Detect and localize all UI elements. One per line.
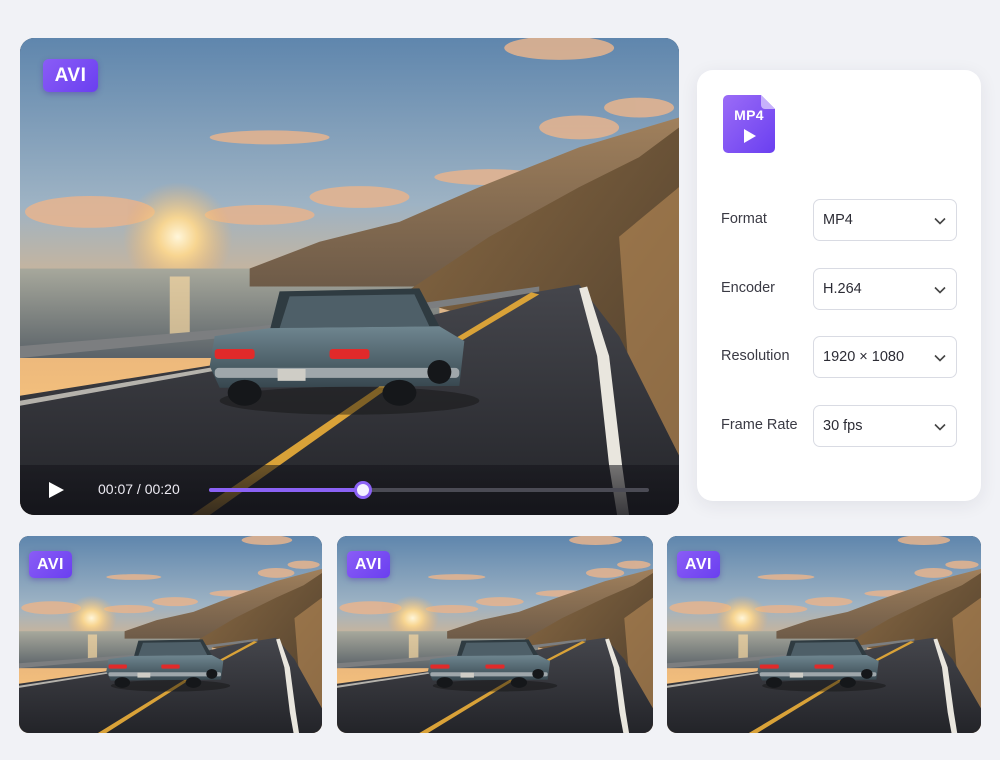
frame-rate-select[interactable]: 30 fps [813, 405, 957, 447]
video-file-icon: MP4 [723, 95, 775, 153]
resolution-value: 1920 × 1080 [823, 349, 905, 365]
format-value: MP4 [823, 212, 853, 228]
chevron-down-icon [934, 354, 946, 362]
resolution-select[interactable]: 1920 × 1080 [813, 336, 957, 378]
frame-rate-value: 30 fps [823, 418, 863, 434]
video-frame [20, 38, 679, 515]
format-label: Format [721, 211, 767, 227]
format-row: Format MP4 [721, 199, 957, 241]
chevron-down-icon [934, 286, 946, 294]
thumbnail-format-badge: AVI [347, 551, 390, 578]
encoder-select[interactable]: H.264 [813, 268, 957, 310]
time-display: 00:07 / 00:20 [98, 481, 180, 497]
conversion-settings-panel: MP4 Format MP4 Encoder H.264 Resolution … [697, 70, 981, 501]
play-icon[interactable] [47, 481, 65, 499]
video-preview[interactable]: AVI 00:07 / 00:20 [20, 38, 679, 515]
encoder-label: Encoder [721, 280, 776, 296]
thumbnail-format-badge: AVI [677, 551, 720, 578]
thumbnail-format-badge: AVI [29, 551, 72, 578]
format-select[interactable]: MP4 [813, 199, 957, 241]
seek-bar[interactable] [209, 481, 649, 499]
encoder-row: Encoder H.264 [721, 268, 957, 310]
frame-rate-label: Frame Rate [721, 417, 798, 433]
thumbnail-3[interactable]: AVI [667, 536, 981, 733]
playback-controls: 00:07 / 00:20 [20, 465, 679, 515]
source-format-badge: AVI [43, 59, 98, 92]
thumbnail-1[interactable]: AVI [19, 536, 322, 733]
output-format-label: MP4 [734, 107, 764, 123]
seek-progress [209, 488, 363, 492]
thumbnail-2[interactable]: AVI [337, 536, 653, 733]
resolution-label: Resolution [721, 348, 790, 364]
resolution-row: Resolution 1920 × 1080 [721, 336, 957, 378]
chevron-down-icon [934, 423, 946, 431]
frame-rate-row: Frame Rate 30 fps [721, 405, 957, 447]
encoder-value: H.264 [823, 281, 862, 297]
seek-handle[interactable] [354, 481, 372, 499]
chevron-down-icon [934, 217, 946, 225]
